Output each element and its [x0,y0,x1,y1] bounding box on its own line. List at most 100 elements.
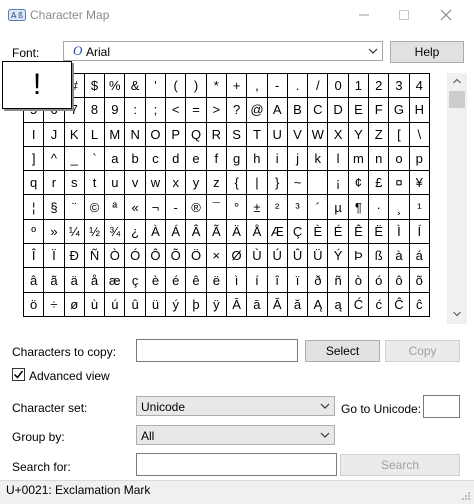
char-cell[interactable]: X [328,122,349,147]
char-cell[interactable]: Ë [369,219,390,245]
char-cell[interactable]: à [389,244,410,269]
char-cell[interactable]: < [166,98,187,123]
char-cell[interactable]: þ [186,292,207,317]
char-cell[interactable]: V [287,122,309,147]
char-cell[interactable]: r [44,171,65,196]
go-to-unicode-input[interactable] [423,395,460,418]
char-cell[interactable]: ® [186,195,207,220]
char-cell[interactable]: ù [84,292,106,317]
char-cell[interactable]: + [226,74,248,99]
char-cell[interactable]: & [125,74,146,99]
char-cell[interactable]: . [287,74,309,99]
char-cell[interactable]: Ê [348,219,370,245]
char-cell[interactable]: ç [125,268,146,293]
advanced-view-checkbox[interactable] [12,368,25,381]
char-cell[interactable]: 1 [348,74,370,99]
char-cell[interactable]: ă [287,292,309,317]
char-cell[interactable]: ¡ [328,171,349,196]
char-cell[interactable]: À [145,219,167,245]
char-cell[interactable]: ¾ [105,219,126,245]
char-cell[interactable]: Ä [226,219,248,245]
char-cell[interactable]: k [308,146,329,172]
char-cell[interactable]: ć [369,292,390,317]
char-cell[interactable]: Ó [125,244,146,269]
char-cell[interactable]: Ã [206,219,227,245]
char-cell[interactable]: ¤ [389,171,410,196]
char-cell[interactable]: Å [247,219,268,245]
char-cell[interactable]: ĉ [409,292,430,317]
char-cell[interactable]: ¢ [348,171,370,196]
char-cell[interactable]: ± [247,195,268,220]
char-cell[interactable]: ¯ [206,195,227,220]
char-cell[interactable]: Î [24,244,45,269]
char-cell[interactable]: Q [186,122,207,147]
char-cell[interactable]: Ă [267,292,288,317]
char-cell[interactable]: Ą [308,292,329,317]
char-cell[interactable]: t [84,171,106,196]
char-cell[interactable]: L [84,122,106,147]
char-cell[interactable]: e [186,146,207,172]
char-cell[interactable]: Í [409,219,430,245]
char-cell[interactable]: Ì [389,219,410,245]
char-cell[interactable]: q [24,171,45,196]
minimize-icon[interactable] [354,6,374,24]
char-cell[interactable]: g [226,146,248,172]
char-cell[interactable]: Y [348,122,370,147]
char-cell[interactable]: ä [64,268,85,293]
char-cell[interactable]: f [206,146,227,172]
char-cell[interactable]: Õ [166,244,187,269]
char-cell[interactable]: ā [247,292,268,317]
char-cell[interactable]: o [389,146,410,172]
char-cell[interactable]: © [84,195,106,220]
char-cell[interactable]: h [247,146,268,172]
char-cell[interactable]: Æ [267,219,288,245]
help-button[interactable]: Help [390,41,464,63]
char-cell[interactable]: ) [186,74,207,99]
group-by-dropdown[interactable]: All [136,425,335,445]
char-cell[interactable]: ú [105,292,126,317]
char-cell[interactable]: : [125,98,146,123]
maximize-icon[interactable] [394,6,414,24]
char-cell[interactable]: C [308,98,329,123]
char-cell[interactable]: õ [409,268,430,293]
char-cell[interactable]: ô [389,268,410,293]
char-cell[interactable]: @ [247,98,268,123]
char-cell[interactable]: ñ [328,268,349,293]
grid-scrollbar[interactable] [447,73,467,324]
char-cell[interactable]: 8 [84,98,106,123]
char-cell[interactable]: H [409,98,430,123]
char-cell[interactable]: É [328,219,349,245]
select-button[interactable]: Select [305,340,380,362]
char-cell[interactable]: s [64,171,85,196]
char-cell[interactable]: Ñ [84,244,106,269]
char-cell[interactable]: p [409,146,430,172]
char-cell[interactable]: P [166,122,187,147]
char-cell[interactable]: ; [145,98,167,123]
char-cell[interactable]: â [24,268,45,293]
char-cell[interactable]: N [125,122,146,147]
char-cell[interactable]: å [84,268,106,293]
char-cell[interactable]: ª [105,195,126,220]
char-cell[interactable]: 9 [105,98,126,123]
char-cell[interactable]: Ć [348,292,370,317]
char-cell[interactable]: ² [267,195,288,220]
char-cell[interactable]: ^ [44,146,65,172]
char-cell[interactable]: Ā [226,292,248,317]
char-cell[interactable]: Z [369,122,390,147]
char-cell[interactable]: n [369,146,390,172]
char-cell[interactable]: { [226,171,248,196]
char-cell[interactable]: ø [64,292,85,317]
char-cell[interactable]: ¸ [389,195,410,220]
char-cell[interactable]: } [267,171,288,196]
search-button[interactable]: Search [340,454,460,476]
char-cell[interactable]: 2 [369,74,390,99]
char-cell[interactable]: Â [186,219,207,245]
char-cell[interactable]: Ð [64,244,85,269]
char-cell[interactable]: í [247,268,268,293]
char-cell[interactable]: ' [145,74,167,99]
char-cell[interactable]: D [328,98,349,123]
char-cell[interactable]: R [206,122,227,147]
char-cell[interactable]: ã [44,268,65,293]
scroll-down-icon[interactable] [453,311,461,317]
char-cell[interactable]: ß [369,244,390,269]
